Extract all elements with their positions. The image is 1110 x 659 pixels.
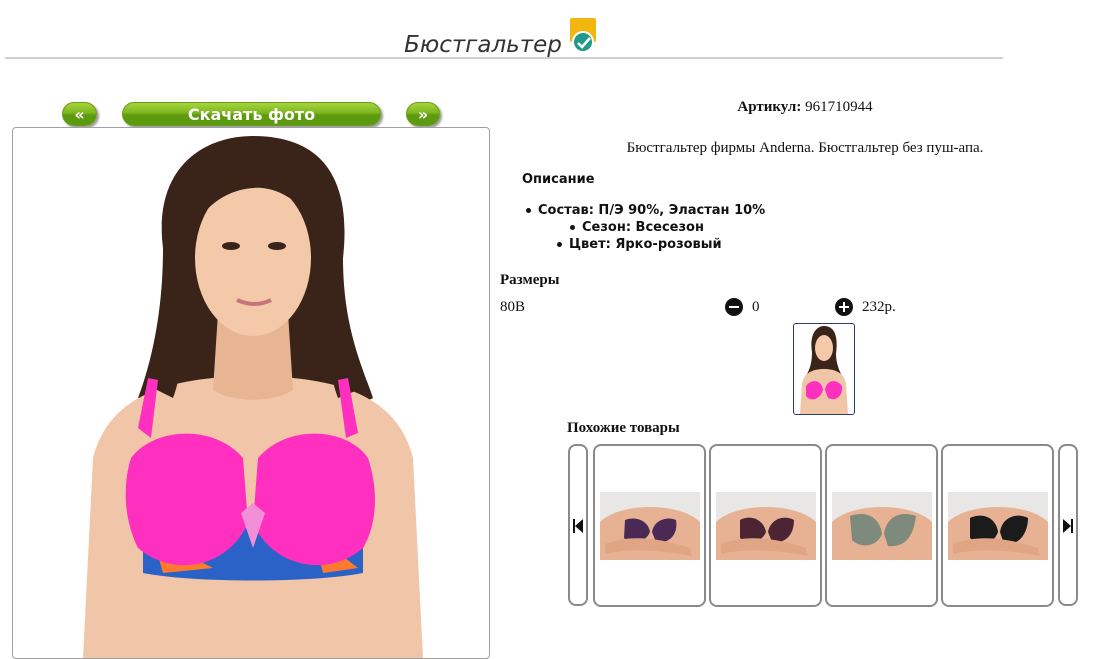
feature-season: Сезон: Всесезон [570, 220, 704, 235]
download-photo-button[interactable]: Скачать фото [122, 102, 381, 126]
article-number: Артикул: 961710944 [500, 99, 1110, 116]
similar-product-card[interactable] [825, 444, 938, 607]
similar-product-card[interactable] [941, 444, 1054, 607]
feature-text: Цвет: Ярко-розовый [569, 237, 722, 252]
feature-color: Цвет: Ярко-розовый [557, 237, 722, 252]
quantity-value: 0 [752, 299, 760, 315]
size-value: 80B [500, 299, 526, 315]
article-value: 961710944 [805, 99, 873, 115]
feature-text: Состав: П/Э 90%, Эластан 10% [538, 203, 766, 218]
header-divider [5, 57, 1003, 59]
description-heading: Описание [522, 172, 595, 187]
skip-forward-icon [1063, 519, 1073, 533]
similar-product-card[interactable] [593, 444, 706, 607]
sizes-heading: Размеры [500, 272, 560, 288]
carousel-next-button[interactable] [1058, 444, 1078, 606]
article-label: Артикул: [737, 99, 802, 115]
feature-text: Сезон: Всесезон [582, 220, 704, 235]
similar-products-heading: Похожие товары [567, 420, 680, 436]
increase-quantity-icon[interactable] [835, 298, 853, 316]
product-description: Бюстгальтер фирмы Anderna. Бюстгальтер б… [626, 140, 984, 156]
product-photo-illustration [83, 136, 423, 658]
similar-product-card[interactable] [709, 444, 822, 607]
verified-check-icon [569, 18, 596, 56]
carousel-prev-button[interactable] [568, 444, 588, 606]
photo-thumbnail[interactable] [793, 323, 855, 415]
price-value: 232р. [862, 299, 896, 315]
next-photo-button[interactable]: » [406, 102, 440, 126]
main-product-photo[interactable] [12, 127, 490, 659]
decrease-quantity-icon[interactable] [725, 298, 743, 316]
feature-composition: Состав: П/Э 90%, Эластан 10% [526, 203, 765, 218]
skip-back-icon [573, 519, 583, 533]
prev-photo-button[interactable]: « [62, 102, 97, 126]
page-title: Бюстгальтер [404, 32, 562, 58]
